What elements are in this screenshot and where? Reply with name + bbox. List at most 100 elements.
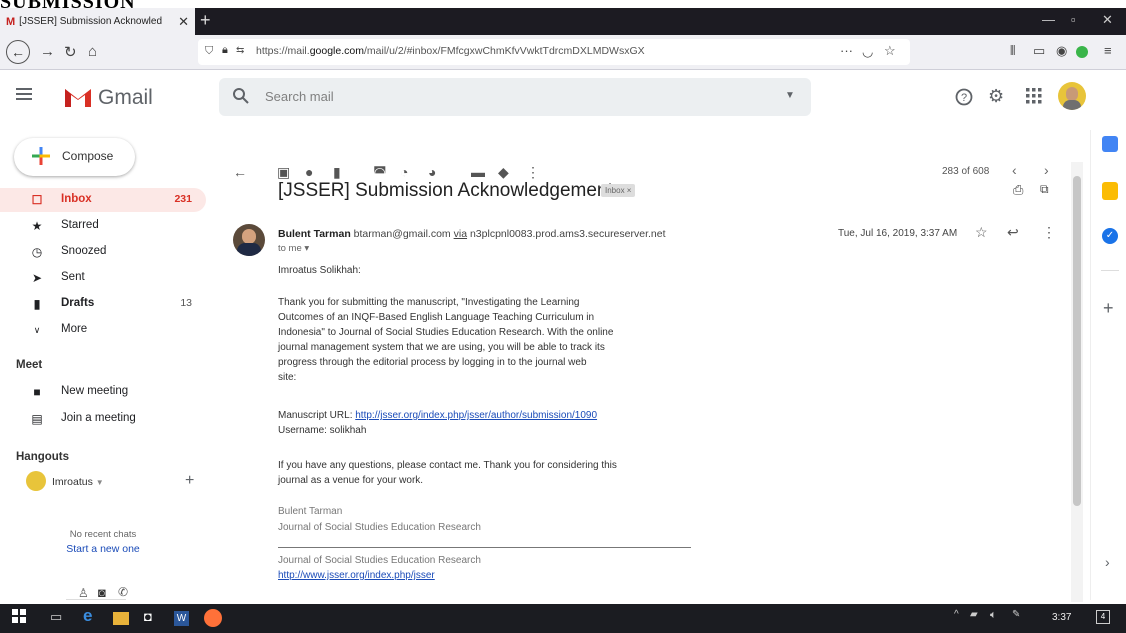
account-icon[interactable]: ◉: [1056, 43, 1067, 59]
gmail-logo-icon[interactable]: [64, 86, 92, 108]
contacts-icon[interactable]: ♙: [78, 586, 89, 600]
help-icon[interactable]: ?: [955, 88, 973, 106]
add-addon-icon[interactable]: +: [1103, 298, 1114, 319]
bookmark-star-icon[interactable]: ☆: [884, 43, 896, 59]
open-new-window-icon[interactable]: ⧉: [1040, 182, 1049, 197]
address-bar[interactable]: ⛉ 🔒︎ ⇆ https://mail.google.com/mail/u/2/…: [198, 39, 910, 65]
main-menu-icon[interactable]: [16, 88, 32, 100]
sidebar-item-starred[interactable]: ★ Starred: [0, 214, 206, 238]
search-bar[interactable]: Search mail ▼: [219, 78, 811, 116]
close-tab-icon[interactable]: ✕: [178, 14, 189, 30]
join-meeting-item[interactable]: ▤ Join a meeting: [0, 407, 206, 431]
pager-count: 283 of 608: [942, 166, 990, 177]
inbox-label-chip[interactable]: Inbox ×: [601, 184, 636, 197]
extension-icon[interactable]: [1076, 46, 1088, 58]
clock-time[interactable]: 3:37: [1052, 612, 1071, 623]
reload-icon[interactable]: ↻: [64, 43, 77, 61]
network-icon[interactable]: ▰: [970, 609, 978, 620]
archive-icon[interactable]: ▣: [277, 164, 290, 181]
calendar-icon[interactable]: [1102, 136, 1118, 152]
sender-avatar[interactable]: [233, 224, 265, 256]
label-icon[interactable]: ◆: [498, 164, 509, 181]
search-options-icon[interactable]: ▼: [785, 90, 795, 101]
compose-button[interactable]: Compose: [14, 138, 135, 176]
signature-divider: [278, 547, 691, 548]
print-icon[interactable]: ⎙: [1013, 182, 1023, 198]
compose-plus-icon: [31, 146, 51, 166]
hangouts-avatar[interactable]: [26, 471, 46, 491]
more-options-icon[interactable]: ⋮: [1042, 224, 1056, 241]
search-icon[interactable]: [233, 88, 249, 104]
home-icon[interactable]: ⌂: [88, 43, 97, 60]
hangouts-user[interactable]: Imroatus ▼: [52, 476, 104, 488]
back-to-inbox-icon[interactable]: ←: [233, 164, 247, 180]
mark-unread-icon[interactable]: ◚: [373, 164, 387, 181]
manuscript-url-link[interactable]: http://jsser.org/index.php/jsser/author/…: [355, 410, 597, 421]
sidebar-item-drafts[interactable]: ▮ Drafts 13: [0, 292, 206, 316]
new-meeting-item[interactable]: ■ New meeting: [0, 380, 206, 404]
browser-tab[interactable]: M [JSSER] Submission Acknowled ✕: [0, 8, 195, 35]
older-icon[interactable]: ›: [1044, 162, 1049, 178]
pocket-icon[interactable]: ◡: [862, 44, 873, 60]
email-scrollbar[interactable]: [1071, 162, 1083, 602]
notification-center-icon[interactable]: 4: [1096, 610, 1110, 624]
report-spam-icon[interactable]: ●: [305, 164, 313, 180]
sidebar-item-label: Snoozed: [61, 245, 107, 257]
windows-start-icon[interactable]: [12, 609, 26, 623]
phone-icon[interactable]: ✆: [118, 585, 128, 599]
chat-icon[interactable]: ◙: [98, 585, 106, 600]
join-meeting-label: Join a meeting: [61, 412, 136, 424]
new-tab-icon[interactable]: +: [200, 10, 211, 31]
volume-icon[interactable]: 🔈︎: [990, 609, 997, 622]
journal-website-link[interactable]: http://www.jsser.org/index.php/jsser: [278, 570, 435, 581]
library-icon[interactable]: ⫴: [1010, 43, 1015, 59]
start-new-chat-link[interactable]: Start a new one: [0, 543, 206, 555]
minimize-icon[interactable]: —: [1042, 12, 1055, 27]
pen-icon[interactable]: ✎: [1012, 609, 1020, 620]
sidebar-item-sent[interactable]: ➤ Sent: [0, 266, 206, 290]
account-avatar[interactable]: [1058, 82, 1086, 110]
sidebar-icon[interactable]: ▭: [1033, 43, 1045, 59]
more-actions-icon[interactable]: ⋮: [526, 164, 540, 181]
apps-grid-icon[interactable]: [1026, 88, 1042, 104]
keep-icon[interactable]: [1102, 182, 1118, 200]
sidebar-item-snoozed[interactable]: ◷ Snoozed: [0, 240, 206, 264]
add-to-tasks-icon[interactable]: ◕: [428, 164, 436, 180]
expand-panel-icon[interactable]: ›: [1105, 554, 1110, 570]
star-email-icon[interactable]: ☆: [975, 224, 988, 241]
edge-icon[interactable]: e: [83, 606, 92, 626]
delete-icon[interactable]: ▮: [333, 164, 341, 181]
scrollbar-thumb[interactable]: [1073, 176, 1081, 506]
page-actions-icon[interactable]: ···: [840, 43, 853, 58]
side-panel: ✓ + ›: [1090, 130, 1126, 600]
restore-icon[interactable]: ▫: [1071, 12, 1076, 27]
tray-chevron-icon[interactable]: ^: [954, 609, 959, 620]
email-date: Tue, Jul 16, 2019, 3:37 AM: [838, 228, 958, 239]
snooze-icon[interactable]: ◔: [400, 164, 408, 180]
word-icon[interactable]: W: [174, 611, 189, 626]
add-hangout-icon[interactable]: +: [185, 472, 194, 490]
search-input[interactable]: Search mail: [265, 89, 334, 104]
back-icon[interactable]: ←: [6, 40, 30, 64]
via-server: n3plcpnl0083.prod.ams3.secureserver.net: [469, 228, 666, 240]
permissions-icon[interactable]: ⇆: [236, 45, 244, 56]
email-subject: [JSSER] Submission Acknowledgement: [278, 180, 613, 201]
file-explorer-icon[interactable]: [113, 612, 129, 625]
sidebar-item-inbox[interactable]: ☐ Inbox 231: [0, 188, 206, 212]
via-label[interactable]: via: [454, 228, 467, 240]
close-window-icon[interactable]: ✕: [1102, 12, 1113, 28]
move-to-icon[interactable]: ▬: [471, 164, 485, 180]
newer-icon[interactable]: ‹: [1012, 162, 1017, 178]
tasks-icon[interactable]: ✓: [1102, 228, 1118, 244]
store-icon[interactable]: ◘: [144, 609, 152, 624]
gmail-wordmark[interactable]: Gmail: [98, 86, 153, 110]
reply-icon[interactable]: ↩: [1007, 224, 1019, 241]
settings-gear-icon[interactable]: ⚙: [988, 86, 1004, 107]
task-view-icon[interactable]: ▭: [50, 609, 62, 625]
star-icon: ★: [31, 219, 43, 233]
browser-menu-icon[interactable]: ≡: [1104, 43, 1112, 58]
firefox-icon[interactable]: [204, 609, 222, 627]
sidebar-item-more[interactable]: ∨ More: [0, 318, 206, 342]
recipient-line[interactable]: to me ▾: [278, 243, 309, 254]
forward-icon[interactable]: →: [40, 43, 55, 60]
